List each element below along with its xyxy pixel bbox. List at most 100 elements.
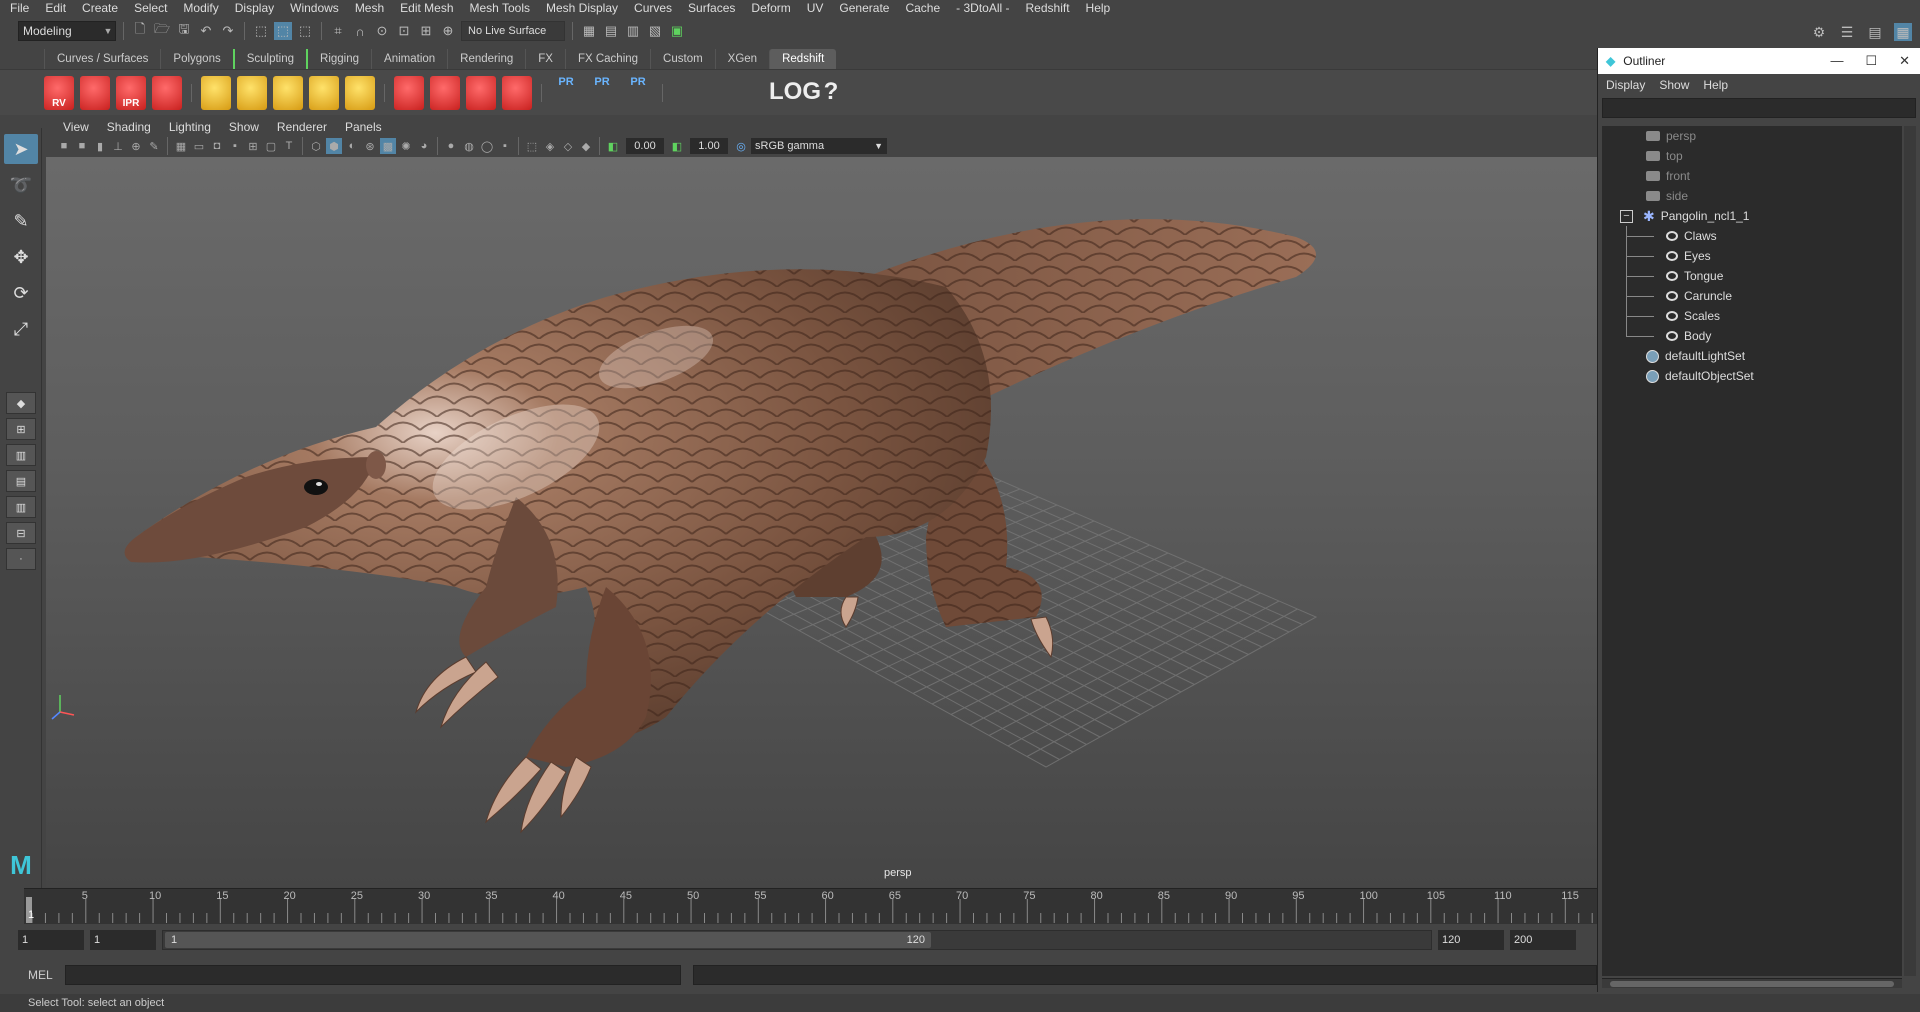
menu-mesh-tools[interactable]: Mesh Tools — [462, 0, 538, 17]
help-icon[interactable]: ? — [816, 76, 846, 110]
redshift-settings-icon[interactable] — [152, 75, 182, 110]
menu-uv[interactable]: UV — [799, 0, 832, 17]
perspective-viewport[interactable]: persp — [46, 157, 1597, 887]
scrollbar-thumb[interactable] — [1610, 981, 1894, 987]
persp-graph-layout-icon[interactable]: ▤ — [6, 470, 36, 492]
image-plane-icon[interactable]: ⊥ — [110, 138, 126, 154]
snap-projected-icon[interactable]: ⊡ — [395, 22, 413, 40]
outliner-item-eyes[interactable]: Eyes — [1602, 246, 1902, 266]
menu-windows[interactable]: Windows — [282, 0, 347, 17]
select-object-icon[interactable]: ⬚ — [274, 22, 292, 40]
depth-of-field-icon[interactable]: ▪ — [497, 138, 513, 154]
screen-space-ao-icon[interactable]: ● — [443, 138, 459, 154]
panel-menu-show[interactable]: Show — [220, 120, 268, 134]
exposure-icon[interactable]: ◧ — [605, 138, 621, 154]
outliner-item-defaultobjectset[interactable]: defaultObjectSet — [1602, 366, 1902, 386]
menu-modify[interactable]: Modify — [175, 0, 226, 17]
range-slider-track[interactable]: 1 120 — [162, 930, 1432, 950]
safe-title-icon[interactable]: T — [281, 138, 297, 154]
redshift-hair-icon[interactable] — [430, 75, 460, 110]
menu-surfaces[interactable]: Surfaces — [680, 0, 743, 17]
rotate-tool-icon[interactable]: ⟳ — [4, 278, 38, 308]
outliner-search-field[interactable] — [1602, 98, 1916, 118]
redshift-curve-icon[interactable] — [466, 75, 496, 110]
camera-select-icon[interactable]: ■ — [56, 138, 72, 154]
modeling-toolkit-icon[interactable]: ⚙ — [1810, 23, 1828, 41]
gamma-icon[interactable]: ◧ — [669, 138, 685, 154]
proxy-export-icon[interactable]: PR — [551, 76, 581, 110]
four-view-layout-icon[interactable]: ⊞ — [6, 418, 36, 440]
resolution-gate-icon[interactable]: ◘ — [209, 138, 225, 154]
panel-menu-panels[interactable]: Panels — [336, 120, 391, 134]
spot-light-icon[interactable] — [273, 75, 303, 110]
sun-light-icon[interactable] — [345, 75, 375, 110]
hypershade-layout-icon[interactable]: ▥ — [6, 496, 36, 518]
select-hierarchy-icon[interactable]: ⬚ — [252, 22, 270, 40]
2d-pan-zoom-icon[interactable]: ⊕ — [128, 138, 144, 154]
persp-outliner-layout-icon[interactable]: ▥ — [6, 444, 36, 466]
maximize-icon[interactable]: ☐ — [1865, 53, 1877, 69]
playback-start-field[interactable]: 1 — [90, 930, 156, 950]
open-scene-icon[interactable]: 🗁 — [153, 21, 171, 40]
lasso-tool-icon[interactable]: ➰ — [4, 170, 38, 200]
shelf-tab-rendering[interactable]: Rendering — [447, 49, 525, 69]
gate-mask-icon[interactable]: ▪ — [227, 138, 243, 154]
minimize-icon[interactable]: — — [1830, 53, 1843, 69]
shelf-tab-redshift[interactable]: Redshift — [769, 49, 837, 69]
smooth-shade-icon[interactable]: ⬢ — [326, 138, 342, 154]
shadows-icon[interactable]: ◕ — [416, 138, 432, 154]
bookmark-icon[interactable]: ▮ — [92, 138, 108, 154]
color-management-icon[interactable]: ◎ — [733, 138, 749, 154]
snap-view-plane-icon[interactable]: ⊞ — [417, 22, 435, 40]
outliner-item-scales[interactable]: Scales — [1602, 306, 1902, 326]
menu-generate[interactable]: Generate — [831, 0, 897, 17]
panel-menu-renderer[interactable]: Renderer — [268, 120, 336, 134]
shelf-tab-custom[interactable]: Custom — [650, 49, 715, 69]
outliner-menu-help[interactable]: Help — [1703, 78, 1728, 92]
xray-joints-icon[interactable]: ◇ — [560, 138, 576, 154]
snap-point-icon[interactable]: ⊙ — [373, 22, 391, 40]
tool-settings-icon[interactable]: ▤ — [1866, 23, 1884, 41]
aov2-icon[interactable] — [708, 76, 738, 110]
command-input[interactable] — [64, 965, 682, 985]
menu-cache[interactable]: Cache — [897, 0, 948, 17]
close-icon[interactable]: ✕ — [1899, 53, 1910, 69]
panel-menu-view[interactable]: View — [54, 120, 98, 134]
select-tool-icon[interactable]: ➤ — [4, 134, 38, 164]
grease-pencil-icon[interactable]: ✎ — [146, 138, 162, 154]
menu-create[interactable]: Create — [74, 0, 126, 17]
layout-more-icon[interactable]: · — [6, 548, 36, 570]
outliner-item-tongue[interactable]: Tongue — [1602, 266, 1902, 286]
time-ruler[interactable]: 5 10 15 20 25 30 35 40 45 50 55 60 65 70 75 80 85 90 95 100… — [24, 889, 1597, 925]
textured-icon[interactable]: ▩ — [380, 138, 396, 154]
channel-box-icon[interactable]: ▦ — [1894, 23, 1912, 41]
render-settings-icon[interactable]: ▦ — [580, 22, 598, 40]
redshift-ipr-icon[interactable]: IPR — [116, 75, 146, 110]
snap-grid-icon[interactable]: ⌗ — [329, 22, 347, 40]
xray-icon[interactable]: ◈ — [542, 138, 558, 154]
outliner-vertical-scrollbar[interactable] — [1904, 126, 1916, 976]
playback-end-field[interactable]: 120 — [1438, 930, 1504, 950]
safe-action-icon[interactable]: ▢ — [263, 138, 279, 154]
exposure-field[interactable]: 0.00 — [626, 138, 664, 154]
range-slider-handle[interactable]: 1 120 — [165, 932, 931, 948]
make-live-icon[interactable]: ⊕ — [439, 22, 457, 40]
menu-display[interactable]: Display — [227, 0, 282, 17]
wireframe-on-shaded-icon[interactable]: ⊛ — [362, 138, 378, 154]
menu-edit-mesh[interactable]: Edit Mesh — [392, 0, 461, 17]
menu-file[interactable]: File — [2, 0, 37, 17]
camera-attributes-icon[interactable]: ■ — [74, 138, 90, 154]
redshift-sphere-icon[interactable] — [502, 75, 532, 110]
node-editor-layout-icon[interactable]: ⊟ — [6, 522, 36, 544]
color-space-dropdown[interactable]: sRGB gamma ▼ — [751, 138, 887, 154]
motion-blur-icon[interactable]: ◍ — [461, 138, 477, 154]
outliner-item-caruncle[interactable]: Caruncle — [1602, 286, 1902, 306]
shelf-tab-polygons[interactable]: Polygons — [160, 49, 232, 69]
undo-icon[interactable]: ↶ — [197, 22, 215, 40]
mode-selector[interactable]: Modeling ▼ — [18, 21, 116, 41]
menu-select[interactable]: Select — [126, 0, 175, 17]
anti-alias-icon[interactable]: ◯ — [479, 138, 495, 154]
outliner-item-defaultlightset[interactable]: defaultLightSet — [1602, 346, 1902, 366]
outliner-item-side[interactable]: side — [1602, 186, 1902, 206]
outliner-menu-show[interactable]: Show — [1659, 78, 1689, 92]
